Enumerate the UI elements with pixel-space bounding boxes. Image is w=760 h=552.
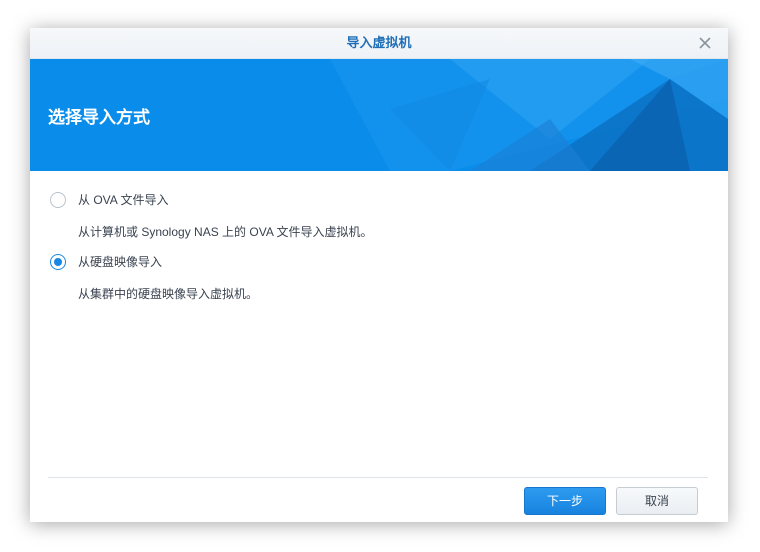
wizard-banner: 选择导入方式 <box>30 59 728 171</box>
dialog-title: 导入虚拟机 <box>346 35 412 50</box>
footer-divider <box>48 477 708 478</box>
next-button[interactable]: 下一步 <box>524 487 606 515</box>
banner-heading: 选择导入方式 <box>48 108 150 127</box>
import-vm-dialog: 导入虚拟机 选择导入方式 从 OVA 文件导入 从计算机或 Synology N… <box>30 28 728 522</box>
screen: 导入虚拟机 选择导入方式 从 OVA 文件导入 从计算机或 Synology N… <box>0 0 760 552</box>
cancel-button[interactable]: 取消 <box>616 487 698 515</box>
option-ova[interactable]: 从 OVA 文件导入 <box>50 191 168 208</box>
option-disk-image-label: 从硬盘映像导入 <box>78 255 163 269</box>
option-ova-label: 从 OVA 文件导入 <box>78 193 169 207</box>
close-icon[interactable] <box>696 34 714 52</box>
option-ova-description: 从计算机或 Synology NAS 上的 OVA 文件导入虚拟机。 <box>78 225 373 239</box>
radio-disk-image[interactable] <box>50 253 66 270</box>
option-disk-image[interactable]: 从硬盘映像导入 <box>50 253 162 270</box>
option-disk-image-description: 从集群中的硬盘映像导入虚拟机。 <box>78 287 259 301</box>
dialog-titlebar[interactable]: 导入虚拟机 <box>30 28 728 59</box>
radio-ova[interactable] <box>50 191 66 208</box>
